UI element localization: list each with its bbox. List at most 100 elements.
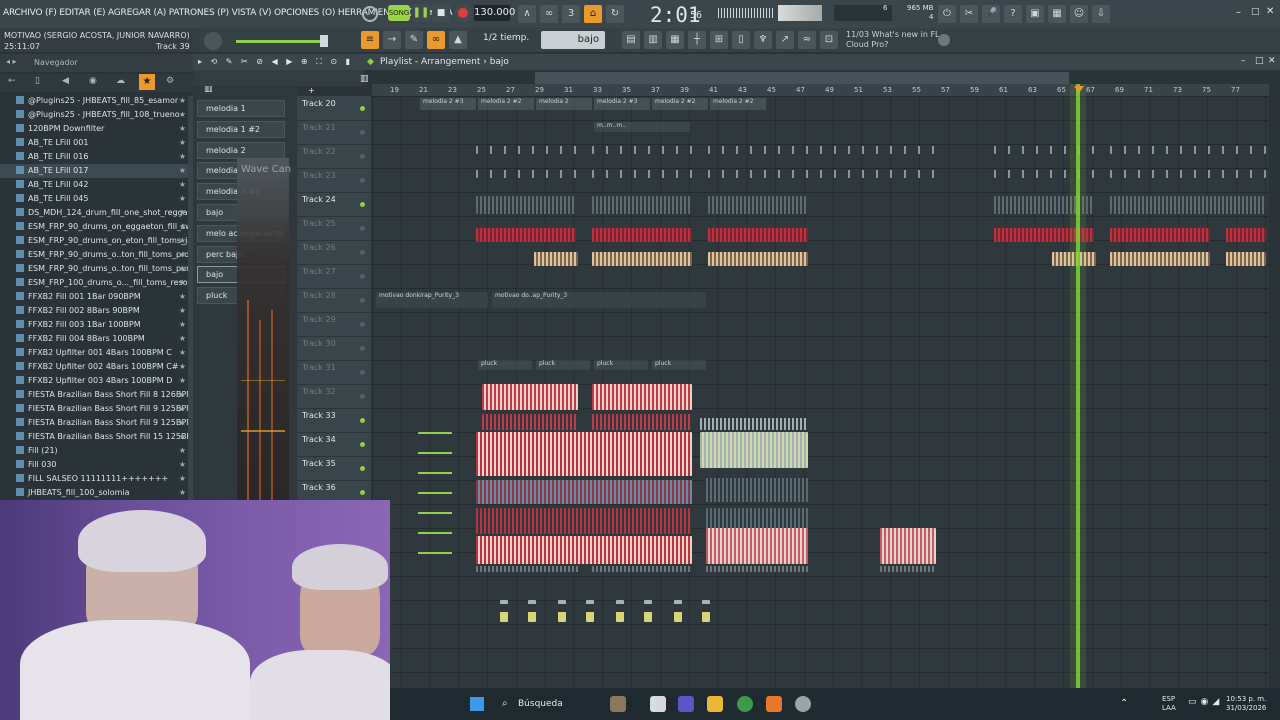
pattern-clip[interactable] xyxy=(418,432,452,572)
pattern-clip[interactable] xyxy=(476,196,576,214)
mixer-sliders-icon[interactable]: ┼ xyxy=(688,31,706,49)
pattern-clip[interactable] xyxy=(476,536,692,564)
track-header[interactable]: Track 20 xyxy=(297,97,371,121)
browser-item[interactable]: FIESTA Brazilian Bass Short Fill 8 126BP… xyxy=(0,388,190,402)
pattern-clip[interactable] xyxy=(706,566,808,572)
favorite-star-icon[interactable]: ★ xyxy=(179,262,186,276)
browser-item[interactable]: FIESTA Brazilian Bass Short Fill 9 125BP… xyxy=(0,416,190,430)
loop-record-icon[interactable]: ↻ xyxy=(606,5,624,23)
note-marks[interactable] xyxy=(592,170,702,178)
favorite-star-icon[interactable]: ★ xyxy=(179,346,186,360)
note-clip[interactable] xyxy=(586,600,594,622)
browser-speaker-icon[interactable]: ◀ xyxy=(62,76,69,86)
cart-icon[interactable]: ⊡ xyxy=(820,31,838,49)
favorite-star-icon[interactable]: ★ xyxy=(179,402,186,416)
download-icon[interactable]: ⇩ xyxy=(1092,5,1110,23)
pattern-clip[interactable]: m..m..m.. xyxy=(594,122,690,132)
track-header[interactable]: Track 22 xyxy=(297,145,371,169)
pattern-clip[interactable]: melodia 2 #3 xyxy=(594,98,650,110)
browser-tag-icon[interactable]: ⚙ xyxy=(166,76,174,86)
playlist-minimize-icon[interactable]: – xyxy=(1241,56,1246,66)
pattern-clip[interactable] xyxy=(700,432,808,468)
favorite-star-icon[interactable]: ★ xyxy=(179,374,186,388)
note-clip[interactable] xyxy=(500,600,508,622)
note-clip[interactable] xyxy=(702,600,710,622)
snap-label[interactable]: 1/2 tiemp. xyxy=(483,33,529,43)
channel-button[interactable]: melodia 1 #2 xyxy=(197,120,285,138)
render-icon[interactable]: ▦ xyxy=(1048,5,1066,23)
favorite-star-icon[interactable]: ★ xyxy=(179,290,186,304)
widgets-icon[interactable] xyxy=(610,696,626,712)
track-mute-led-icon[interactable] xyxy=(360,274,365,279)
pencil-icon[interactable]: ✎ xyxy=(405,31,423,49)
track-mute-led-icon[interactable] xyxy=(360,322,365,327)
microphone-icon[interactable]: 🎤 xyxy=(982,5,1000,23)
track-header[interactable]: Track 35 xyxy=(297,457,371,481)
pattern-clip[interactable] xyxy=(880,566,936,572)
pattern-clip[interactable] xyxy=(700,418,808,430)
browser-item[interactable]: ESM_FRP_90_drums_on_eton_fill_toms_jack ★ xyxy=(0,234,190,248)
playhead-flag-icon[interactable] xyxy=(1074,86,1084,93)
plugin-icon[interactable]: ♆ xyxy=(754,31,772,49)
pattern-clip[interactable] xyxy=(1226,228,1266,242)
pattern-clip[interactable]: pluck xyxy=(536,360,590,370)
browser-item[interactable]: Fill 030 ★ xyxy=(0,458,190,472)
track-mute-led-icon[interactable] xyxy=(360,130,365,135)
browser-item[interactable]: FFXB2 Fill 003 1Bar 100BPM ★ xyxy=(0,318,190,332)
favorite-star-icon[interactable]: ★ xyxy=(179,276,186,290)
browser-item[interactable]: AB_TE LFill 001 ★ xyxy=(0,136,190,150)
playlist-vertical-scrollbar[interactable] xyxy=(1269,96,1280,688)
track-header[interactable]: Track 21 xyxy=(297,121,371,145)
pattern-clip[interactable]: pluck xyxy=(478,360,532,370)
taskbar-search[interactable]: Búsqueda xyxy=(518,699,563,709)
channel-rack-icon[interactable]: ▥ xyxy=(644,31,662,49)
pattern-clip[interactable] xyxy=(1110,196,1266,214)
favorite-star-icon[interactable]: ★ xyxy=(179,472,186,486)
pattern-clip[interactable]: pluck xyxy=(594,360,648,370)
favorite-star-icon[interactable]: ★ xyxy=(179,458,186,472)
browser-plugin-icon[interactable]: ◉ xyxy=(89,76,97,86)
favorite-star-icon[interactable]: ★ xyxy=(179,360,186,374)
track-header[interactable]: Track 33 xyxy=(297,409,371,433)
pattern-clip[interactable] xyxy=(592,252,692,266)
favorite-star-icon[interactable]: ★ xyxy=(179,206,186,220)
browser-item[interactable]: ESM_FRP_90_drums_o..ton_fill_toms_proud ★ xyxy=(0,248,190,262)
language-indicator[interactable]: ESP LAA xyxy=(1162,695,1176,713)
favorite-star-icon[interactable]: ★ xyxy=(179,486,186,500)
search-icon[interactable]: ⌕ xyxy=(502,698,508,709)
track-header[interactable]: Track 24 xyxy=(297,193,371,217)
browser-item[interactable]: FIESTA Brazilian Bass Short Fill 9 125BP… xyxy=(0,402,190,416)
playlist-scroll-overview[interactable] xyxy=(535,72,1069,84)
favorite-star-icon[interactable]: ★ xyxy=(179,220,186,234)
pattern-clip[interactable] xyxy=(592,196,692,214)
playlist-tool-icons[interactable]: ▸ ⟲ ✎ ✂ ⊘ ◀ ▶ ⊕ ⛶ ⊙ ▮ xyxy=(198,57,353,67)
pattern-clip[interactable] xyxy=(706,528,808,564)
chrome-icon[interactable] xyxy=(737,696,753,712)
note-clip[interactable] xyxy=(674,600,682,622)
favorite-star-icon[interactable]: ★ xyxy=(179,332,186,346)
favorite-star-icon[interactable]: ★ xyxy=(179,248,186,262)
stop-button[interactable]: ■ xyxy=(432,4,450,22)
note-clip[interactable] xyxy=(558,600,566,622)
pattern-clip[interactable] xyxy=(592,566,692,572)
pattern-clip[interactable]: pluck xyxy=(652,360,706,370)
pattern-clip[interactable] xyxy=(476,228,576,242)
channel-button[interactable]: melodia 1 xyxy=(197,100,285,117)
track-header[interactable]: Track 26 xyxy=(297,241,371,265)
favorite-star-icon[interactable]: ★ xyxy=(179,416,186,430)
browser-icon[interactable]: ⊞ xyxy=(710,31,728,49)
browser-item[interactable]: FFXB2 Fill 002 8Bars 90BPM ★ xyxy=(0,304,190,318)
track-header[interactable]: Track 29 xyxy=(297,313,371,337)
mixer-icon[interactable]: ▤ xyxy=(622,31,640,49)
favorite-star-icon[interactable]: ★ xyxy=(179,150,186,164)
obs-icon[interactable] xyxy=(795,696,811,712)
help-icon[interactable]: ? xyxy=(1004,5,1022,23)
pattern-clip[interactable] xyxy=(1226,252,1266,266)
note-marks[interactable] xyxy=(476,146,586,154)
add-track-icon[interactable]: + xyxy=(308,86,315,95)
pattern-clip[interactable] xyxy=(592,228,692,242)
track-header[interactable]: Track 34 xyxy=(297,433,371,457)
track-mute-led-icon[interactable] xyxy=(360,226,365,231)
main-menu[interactable]: ARCHIVO (F) EDITAR (E) AGREGAR (A) PATRO… xyxy=(3,8,453,18)
pattern-clip[interactable]: melodia 2 #2 xyxy=(652,98,708,110)
